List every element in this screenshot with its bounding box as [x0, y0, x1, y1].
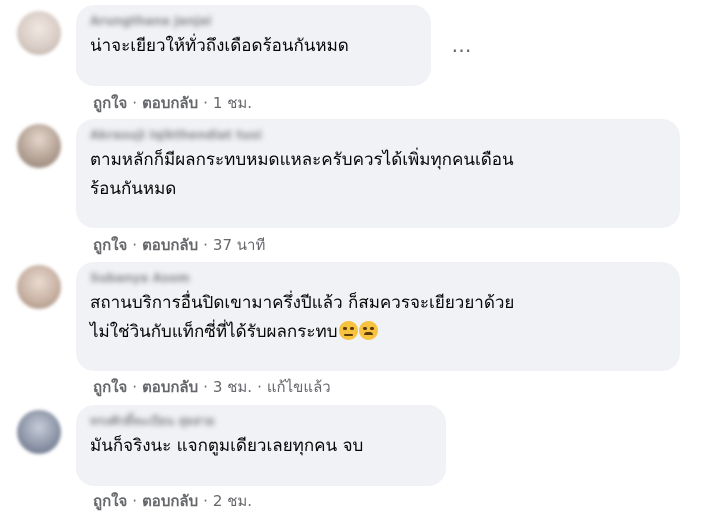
- timestamp[interactable]: 1 ชม.: [213, 94, 252, 112]
- avatar[interactable]: [17, 265, 61, 309]
- avatar[interactable]: [17, 124, 61, 168]
- comment-author[interactable]: ทรงศักดิ์ทะเบียน สุดสวย: [90, 413, 432, 429]
- separator-dot: ·: [203, 492, 208, 510]
- avatar[interactable]: [17, 11, 61, 55]
- comment-text: น่าจะเยียวให้ทั่วถึงเดือดร้อนกันหมด: [90, 32, 417, 61]
- reply-button[interactable]: ตอบกลับ: [142, 492, 198, 510]
- comment-bubble: Subanya Asom สถานบริการอื่นปิดเขามาครึ่ง…: [76, 262, 680, 371]
- comment-line: ไม่ใช่วินกับแท็กซี่ที่ได้รับผลกระทบ: [90, 318, 666, 347]
- comment-line: สถานบริการอื่นปิดเขามาครึ่งปีแล้ว ก็สมคว…: [90, 293, 515, 313]
- comment-text: มันก็จริงนะ แจกตูมเดียวเลยทุกคน จบ: [90, 432, 432, 461]
- comment-text: สถานบริการอื่นปิดเขามาครึ่งปีแล้ว ก็สมคว…: [90, 289, 666, 347]
- comment-author[interactable]: Akrasuji Iqikthendiat tusi: [90, 127, 666, 143]
- separator-dot: ·: [132, 492, 138, 510]
- reply-button[interactable]: ตอบกลับ: [142, 236, 198, 254]
- like-button[interactable]: ถูกใจ: [93, 378, 127, 396]
- comment-line-text: ไม่ใช่วินกับแท็กซี่ที่ได้รับผลกระทบ: [90, 322, 338, 342]
- comment-actions: ถูกใจ · ตอบกลับ · 1 ชม.: [93, 93, 252, 113]
- timestamp[interactable]: 37 นาที: [213, 236, 265, 254]
- separator-dot: ·: [257, 378, 262, 396]
- edited-label[interactable]: แก้ไขแล้ว: [267, 378, 331, 396]
- reply-button[interactable]: ตอบกลับ: [142, 94, 198, 112]
- timestamp[interactable]: 2 ชม.: [213, 492, 252, 510]
- comment-line: มันก็จริงนะ แจกตูมเดียวเลยทุกคน จบ: [90, 436, 364, 456]
- more-options-icon[interactable]: …: [449, 35, 475, 61]
- comment-text: ตามหลักก็มีผลกระทบหมดแหละครับควรได้เพิ่ม…: [90, 146, 666, 204]
- separator-dot: ·: [132, 236, 138, 254]
- smirk-emoji: [338, 321, 358, 340]
- comment-actions: ถูกใจ · ตอบกลับ · 2 ชม.: [93, 491, 252, 511]
- like-button[interactable]: ถูกใจ: [93, 492, 127, 510]
- comment-line: น่าจะเยียวให้ทั่วถึงเดือดร้อนกันหมด: [90, 36, 349, 56]
- comment-line: ร้อนกันหมด: [90, 179, 177, 199]
- separator-dot: ·: [203, 94, 208, 112]
- separator-dot: ·: [203, 236, 208, 254]
- like-button[interactable]: ถูกใจ: [93, 94, 127, 112]
- comment-author[interactable]: Subanya Asom: [90, 270, 666, 286]
- like-button[interactable]: ถูกใจ: [93, 236, 127, 254]
- comment-actions: ถูกใจ · ตอบกลับ · 37 นาที: [93, 235, 265, 255]
- avatar[interactable]: [17, 410, 61, 454]
- comment-bubble: Akrasuji Iqikthendiat tusi ตามหลักก็มีผล…: [76, 119, 680, 228]
- reply-button[interactable]: ตอบกลับ: [142, 378, 198, 396]
- comment-actions: ถูกใจ · ตอบกลับ · 3 ชม. · แก้ไขแล้ว: [93, 377, 331, 397]
- comment-line: ตามหลักก็มีผลกระทบหมดแหละครับควรได้เพิ่ม…: [90, 150, 514, 170]
- separator-dot: ·: [203, 378, 208, 396]
- comment-bubble: Arungthana Janjai น่าจะเยียวให้ทั่วถึงเด…: [76, 5, 431, 86]
- comment-author[interactable]: Arungthana Janjai: [90, 13, 417, 29]
- comment-bubble: ทรงศักดิ์ทะเบียน สุดสวย มันก็จริงนะ แจกต…: [76, 405, 446, 486]
- angry-emoji: [358, 321, 378, 340]
- timestamp[interactable]: 3 ชม.: [213, 378, 252, 396]
- separator-dot: ·: [132, 378, 138, 396]
- separator-dot: ·: [132, 94, 138, 112]
